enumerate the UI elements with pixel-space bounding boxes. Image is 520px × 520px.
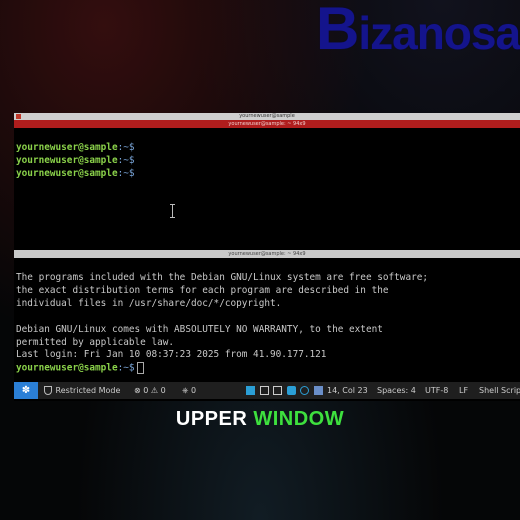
caption-word-upper: UPPER xyxy=(175,408,248,430)
terminal-line: yournewuser@sample:~$ xyxy=(16,142,135,153)
error-icon: ⊗ xyxy=(134,386,141,395)
window-title: yournewuser@sample xyxy=(239,113,295,119)
divider-title: yournewuser@sample: ~ 94x9 xyxy=(228,251,306,257)
terminal-line: yournewuser@sample:~$ xyxy=(16,168,135,179)
text-cursor-icon xyxy=(170,204,176,218)
block-cursor xyxy=(136,362,144,374)
indentation-button[interactable]: Spaces: 4 xyxy=(377,382,416,399)
ports-icon: ⎈ xyxy=(182,386,189,395)
terminal-window: yournewuser@sample yournewuser@sample: ~… xyxy=(14,113,520,401)
encoding-button[interactable]: UTF-8 xyxy=(425,382,448,399)
tab-title: yournewuser@sample: ~ 94x9 xyxy=(228,121,306,127)
motd-line: The programs included with the Debian GN… xyxy=(16,272,429,283)
ports-button[interactable]: ⎈ 0 xyxy=(182,382,196,399)
warning-icon: ⚠ xyxy=(150,386,159,395)
status-bar: ✽ Restricted Mode ⊗ 0 ⚠ 0 ⎈ 0 14, Col 23… xyxy=(14,382,520,399)
motd-line: the exact distribution terms for each pr… xyxy=(16,285,389,296)
caption-word-window: WINDOW xyxy=(253,408,345,430)
pane-divider[interactable]: yournewuser@sample: ~ 94x9 xyxy=(14,250,520,258)
terminal-line: yournewuser@sample:~$ xyxy=(16,155,135,166)
folder-icon[interactable] xyxy=(313,386,323,395)
shield-icon xyxy=(44,386,52,395)
error-count: 0 xyxy=(143,386,149,395)
motd-line: individual files in /usr/share/doc/*/cop… xyxy=(16,298,282,309)
ports-count: 0 xyxy=(190,386,197,395)
problems-button[interactable]: ⊗ 0 ⚠ 0 xyxy=(134,382,166,399)
last-login-line: Last login: Fri Jan 10 08:37:23 2025 fro… xyxy=(16,349,327,360)
cursor-position[interactable]: 14, Col 23 xyxy=(327,382,368,399)
close-icon[interactable] xyxy=(16,114,21,119)
lower-terminal-pane[interactable]: The programs included with the Debian GN… xyxy=(14,258,520,378)
restricted-mode-button[interactable]: Restricted Mode xyxy=(44,382,120,399)
extension-icon[interactable] xyxy=(286,386,296,395)
window-titlebar[interactable]: yournewuser@sample xyxy=(14,113,520,120)
terminal-prompt-line: yournewuser@sample:~$ xyxy=(16,362,144,375)
panel-icon[interactable] xyxy=(259,386,269,395)
grid-icon[interactable] xyxy=(273,386,283,395)
warning-count: 0 xyxy=(160,386,166,395)
upper-terminal-pane[interactable]: yournewuser@sample:~$ yournewuser@sample… xyxy=(14,128,520,250)
motd-line: Debian GNU/Linux comes with ABSOLUTELY N… xyxy=(16,324,383,335)
terminal-tab[interactable]: yournewuser@sample: ~ 94x9 xyxy=(14,120,520,128)
search-icon[interactable] xyxy=(300,386,310,395)
bizanosa-logo: Bizanosa xyxy=(316,0,520,62)
toolbar-icons xyxy=(246,386,325,396)
language-mode-button[interactable]: Shell Scrip xyxy=(479,382,520,399)
layout-icon[interactable] xyxy=(246,386,255,395)
remote-icon[interactable]: ✽ xyxy=(14,382,38,399)
restricted-mode-label: Restricted Mode xyxy=(55,386,121,395)
eol-button[interactable]: LF xyxy=(459,382,468,399)
video-caption: UPPER WINDOW xyxy=(0,408,520,431)
motd-line: permitted by applicable law. xyxy=(16,337,175,348)
